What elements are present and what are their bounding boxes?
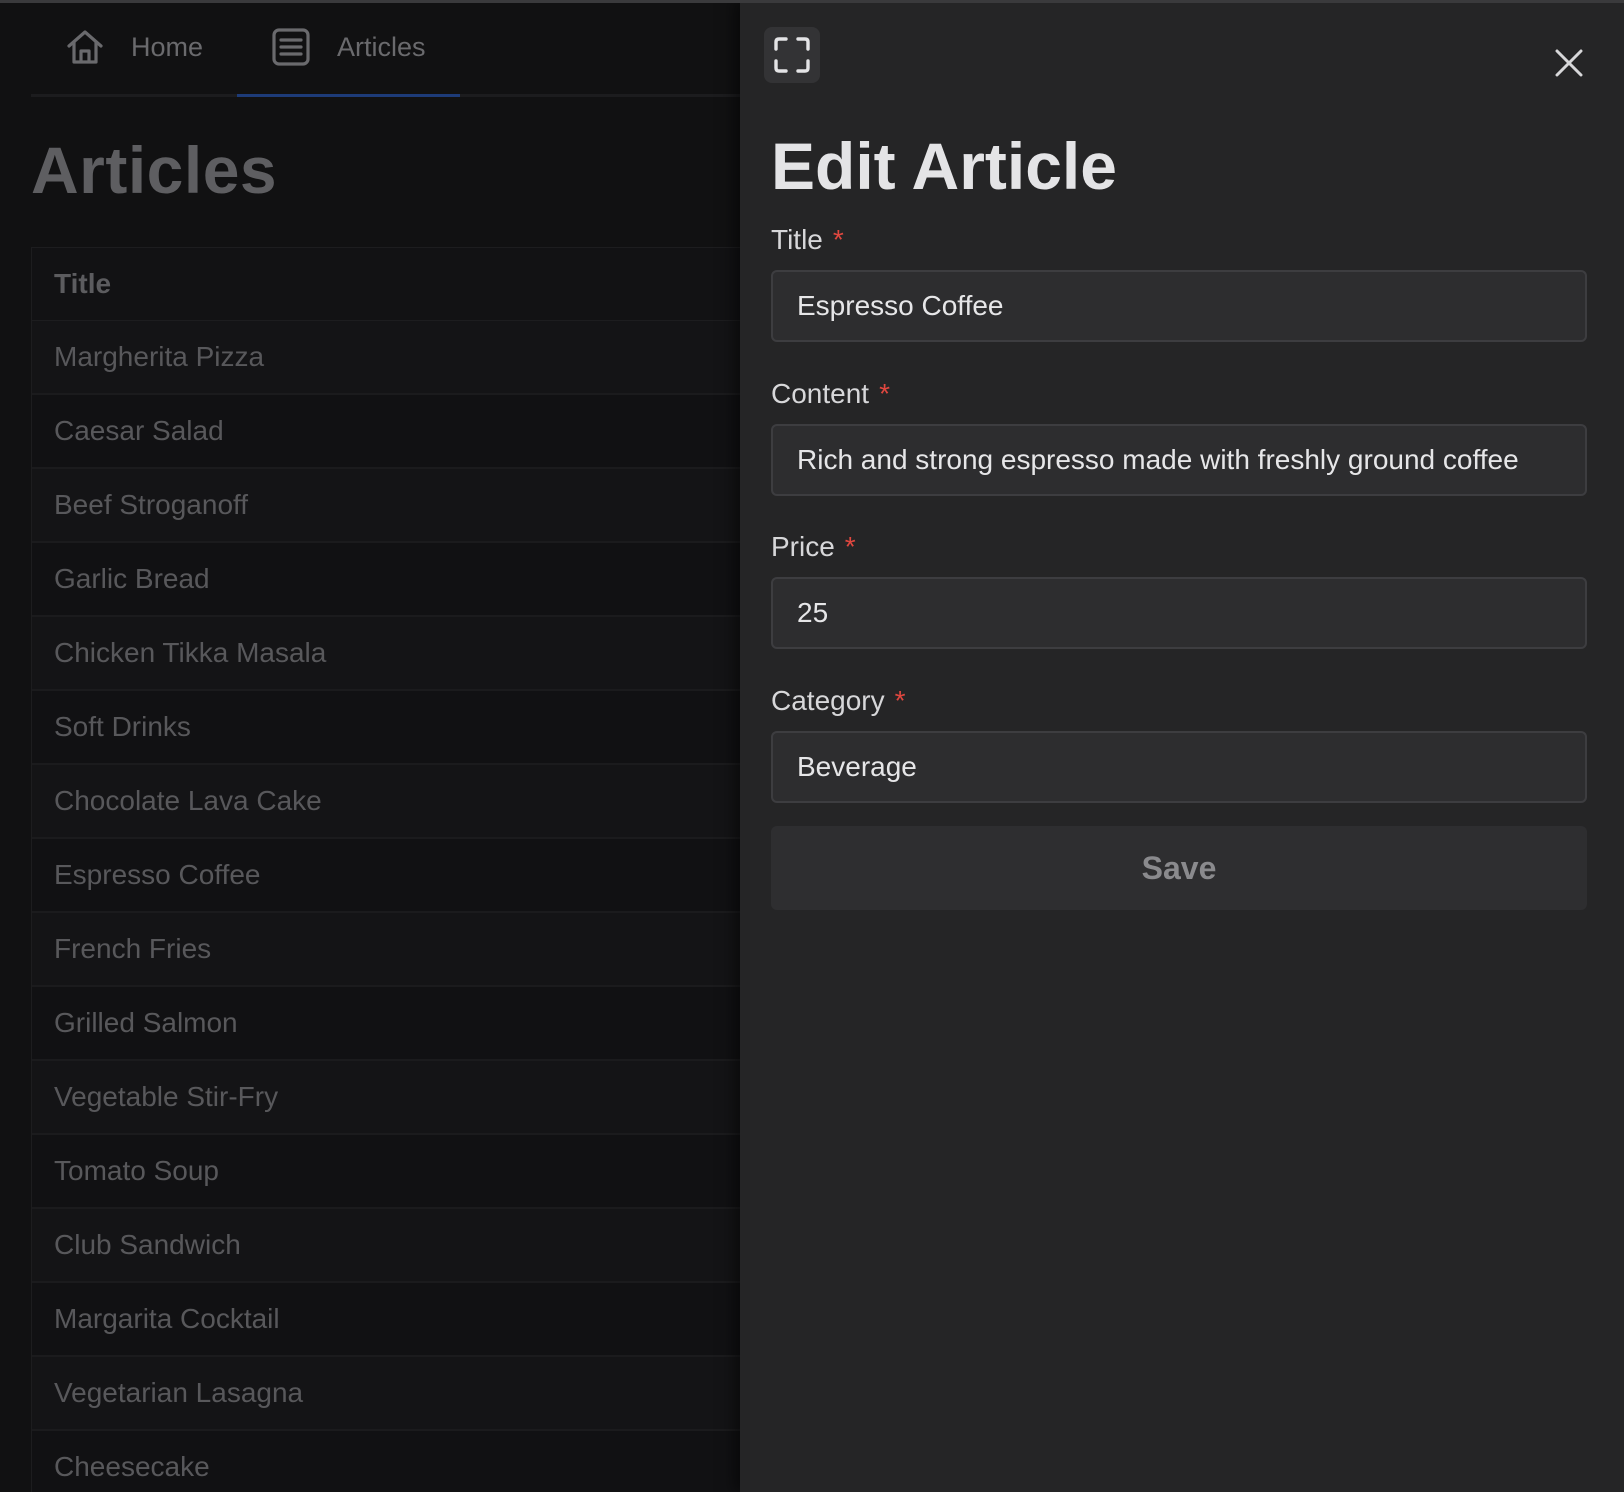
table-row[interactable]: French Fries [32, 913, 740, 987]
expand-icon [774, 37, 810, 73]
price-field: Price * 25 [771, 527, 1587, 649]
category-field: Category * Beverage [771, 681, 1587, 803]
drawer-title: Edit Article [771, 129, 1117, 203]
top-nav-tabs: Home Articles [31, 0, 740, 97]
table-row[interactable]: Soft Drinks [32, 691, 740, 765]
table-row[interactable]: Margarita Cocktail [32, 1283, 740, 1357]
table-row[interactable]: Chocolate Lava Cake [32, 765, 740, 839]
home-icon [67, 30, 103, 64]
price-input[interactable]: 25 [771, 577, 1587, 649]
articles-table: Title Margherita Pizza Caesar Salad Beef S… [31, 247, 740, 1492]
tab-articles[interactable]: Articles [237, 0, 460, 97]
table-row[interactable]: Grilled Salmon [32, 987, 740, 1061]
required-marker: * [879, 378, 890, 409]
table-row[interactable]: Caesar Salad [32, 395, 740, 469]
table-row[interactable]: Garlic Bread [32, 543, 740, 617]
table-row[interactable]: Beef Stroganoff [32, 469, 740, 543]
table-row[interactable]: Tomato Soup [32, 1135, 740, 1209]
articles-page: Home Articles Articles Title Margherita … [0, 0, 740, 1492]
table-row[interactable]: Chicken Tikka Masala [32, 617, 740, 691]
window-top-border [0, 0, 1624, 3]
price-label: Price * [771, 531, 856, 562]
title-input[interactable]: Espresso Coffee [771, 270, 1587, 342]
close-icon [1555, 49, 1583, 77]
required-marker: * [844, 531, 856, 562]
column-header-title[interactable]: Title [32, 248, 740, 321]
article-list-icon [272, 28, 310, 66]
table-row[interactable]: Cheesecake [32, 1431, 740, 1492]
content-label: Content * [771, 378, 890, 409]
tab-home-label: Home [131, 31, 204, 62]
table-row[interactable]: Club Sandwich [32, 1209, 740, 1283]
content-input[interactable]: Rich and strong espresso made with fresh… [771, 424, 1587, 496]
tab-articles-label: Articles [337, 31, 426, 62]
title-label: Title * [771, 224, 844, 255]
close-button[interactable] [1548, 42, 1590, 84]
tab-home[interactable]: Home [31, 0, 237, 94]
table-row[interactable]: Vegetarian Lasagna [32, 1357, 740, 1431]
save-button[interactable]: Save [771, 826, 1587, 910]
content-field: Content * Rich and strong espresso made w… [771, 374, 1587, 496]
category-input[interactable]: Beverage [771, 731, 1587, 803]
edit-article-drawer: Edit Article Title * Espresso Coffee Cont… [740, 0, 1624, 1492]
category-label: Category * [771, 685, 906, 716]
required-marker: * [894, 685, 906, 716]
fullscreen-button[interactable] [764, 27, 820, 83]
required-marker: * [832, 224, 844, 255]
table-row[interactable]: Espresso Coffee [32, 839, 740, 913]
title-field: Title * Espresso Coffee [771, 220, 1587, 342]
page-title: Articles [31, 133, 278, 207]
table-row[interactable]: Margherita Pizza [32, 321, 740, 395]
table-row[interactable]: Vegetable Stir-Fry [32, 1061, 740, 1135]
